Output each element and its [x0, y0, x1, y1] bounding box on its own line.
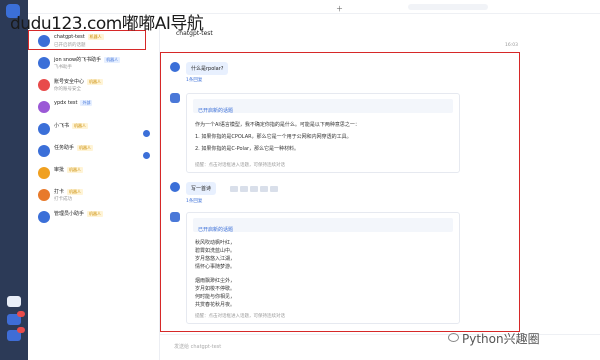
chat-name: 小飞书	[54, 123, 70, 129]
watermark: dudu123.com嘟嘟AI导航	[10, 14, 204, 34]
chat-name: jon snow的飞书助手	[54, 57, 102, 63]
topic-started-text: 已开启新的话题	[198, 108, 234, 114]
chat-list-item[interactable]: 任务助手 机器人	[28, 140, 160, 164]
poem-line: 共赏春花秋月夜。	[195, 302, 236, 308]
chat-list-item[interactable]: 小飞书 机器人	[28, 118, 160, 142]
message-bubble[interactable]: 什么是rpolar?	[186, 62, 229, 75]
reply-count[interactable]: 1条回复	[186, 198, 202, 204]
chat-preview: 飞书助手	[54, 65, 72, 70]
poem-line: 碧霄如洗蓝山中。	[195, 248, 236, 254]
avatar	[38, 79, 50, 91]
message-input[interactable]: 发送给 chatgpt-test	[174, 343, 221, 350]
unread-badge	[143, 130, 150, 137]
bot-tag: 机器人	[87, 79, 104, 85]
chat-list: chatgpt-test 机器人 已开启新的话题 jon snow的飞书助手 机器人…	[28, 26, 160, 360]
wechat-icon	[448, 333, 459, 342]
reply-icon[interactable]	[230, 186, 238, 192]
brand-watermark: Python兴趣圈	[462, 332, 540, 346]
poem-line: 岁月如梭不停歇。	[195, 286, 236, 292]
chat-preview: 你的账号安全	[54, 87, 81, 92]
bot-tag: 机器人	[77, 145, 94, 151]
chat-list-item[interactable]: jon snow的飞书助手 机器人 飞书助手	[28, 52, 160, 76]
quote-block: 已开启新的话题	[193, 218, 453, 233]
app-rail	[0, 0, 28, 360]
message-bubble[interactable]: 写一首诗	[186, 182, 217, 195]
apps-icon[interactable]	[7, 327, 25, 341]
poem-line: 烟雨飘渺红尘外，	[195, 278, 236, 284]
unread-badge	[143, 152, 150, 159]
chat-list-item[interactable]: 审批 机器人	[28, 162, 160, 186]
chat-list-item[interactable]: 打卡 机器人 打卡成功	[28, 184, 160, 208]
reply-line: 作为一个AI语言模型，我不确定你指的是什么。可能是以下两种意思之一：	[195, 122, 360, 128]
chat-name: 管理员小助手	[54, 211, 85, 217]
message-time: 16:03	[505, 43, 518, 48]
pin-icon[interactable]	[260, 186, 268, 192]
bot-reply-card[interactable]: 已开启新的话题 秋风吹动枫叶红， 碧霄如洗蓝山中。 岁月悠悠入江湖， 情怀心事随…	[186, 212, 460, 324]
forward-icon[interactable]	[250, 186, 258, 192]
poem-line: 秋风吹动枫叶红，	[195, 240, 236, 246]
topic-tip: 提醒：点击对话框进入话题，可保持连续对话	[195, 163, 285, 168]
chat-list-item[interactable]: 管理员小助手 机器人	[28, 206, 160, 230]
chat-title: chatgpt-test	[176, 30, 213, 37]
reply-line: 2. 如果你指的是C-Polar，那么它是一种材料。	[195, 146, 300, 152]
user-avatar	[170, 182, 180, 192]
avatar	[38, 167, 50, 179]
avatar	[38, 123, 50, 135]
chat-list-item[interactable]: ypdx test 外部	[28, 96, 160, 120]
user-avatar	[170, 62, 180, 72]
bot-avatar	[170, 212, 180, 222]
avatar	[38, 57, 50, 69]
topic-tip: 提醒：点击对话框进入话题，可保持连续对话	[195, 314, 285, 319]
add-icon[interactable]: ＋	[336, 4, 343, 14]
bot-avatar	[170, 93, 180, 103]
avatar	[38, 189, 50, 201]
external-tag: 外部	[80, 100, 93, 106]
quote-block: 已开启新的话题	[193, 99, 453, 114]
reply-count[interactable]: 1条回复	[186, 77, 202, 83]
reaction-icon[interactable]	[240, 186, 248, 192]
avatar	[38, 211, 50, 223]
search-bar[interactable]	[408, 4, 488, 10]
bot-tag: 机器人	[87, 211, 104, 217]
poem-line: 情怀心事随梦游。	[195, 264, 236, 270]
chat-list-item[interactable]: 账号安全中心 机器人 你的账号安全	[28, 74, 160, 98]
avatar	[38, 101, 50, 113]
poem-line: 何时能与你相见，	[195, 294, 236, 300]
bot-reply-card[interactable]: 已开启新的话题 作为一个AI语言模型，我不确定你指的是什么。可能是以下两种意思之…	[186, 93, 460, 173]
reply-line: 1. 如果你指的是CPOLAR，那么它是一个用于公网和内网穿透的工具。	[195, 134, 352, 140]
poem-line: 岁月悠悠入江湖，	[195, 256, 236, 262]
chat-name: 任务助手	[54, 145, 75, 151]
bot-tag: 机器人	[72, 123, 89, 129]
docs-icon[interactable]	[7, 296, 21, 307]
bot-tag: 机器人	[104, 57, 121, 63]
topic-started-text: 已开启新的话题	[198, 227, 234, 233]
chat-name: 账号安全中心	[54, 79, 85, 85]
message-actions	[230, 186, 280, 194]
chat-name: 打卡	[54, 189, 65, 195]
avatar	[38, 145, 50, 157]
chat-preview: 打卡成功	[54, 197, 72, 202]
chat-name: ypdx test	[54, 100, 78, 106]
chat-name: 审批	[54, 167, 65, 173]
bot-tag: 机器人	[67, 167, 84, 173]
bot-tag: 机器人	[67, 189, 84, 195]
calendar-icon[interactable]	[7, 311, 25, 325]
more-icon[interactable]	[270, 186, 278, 192]
